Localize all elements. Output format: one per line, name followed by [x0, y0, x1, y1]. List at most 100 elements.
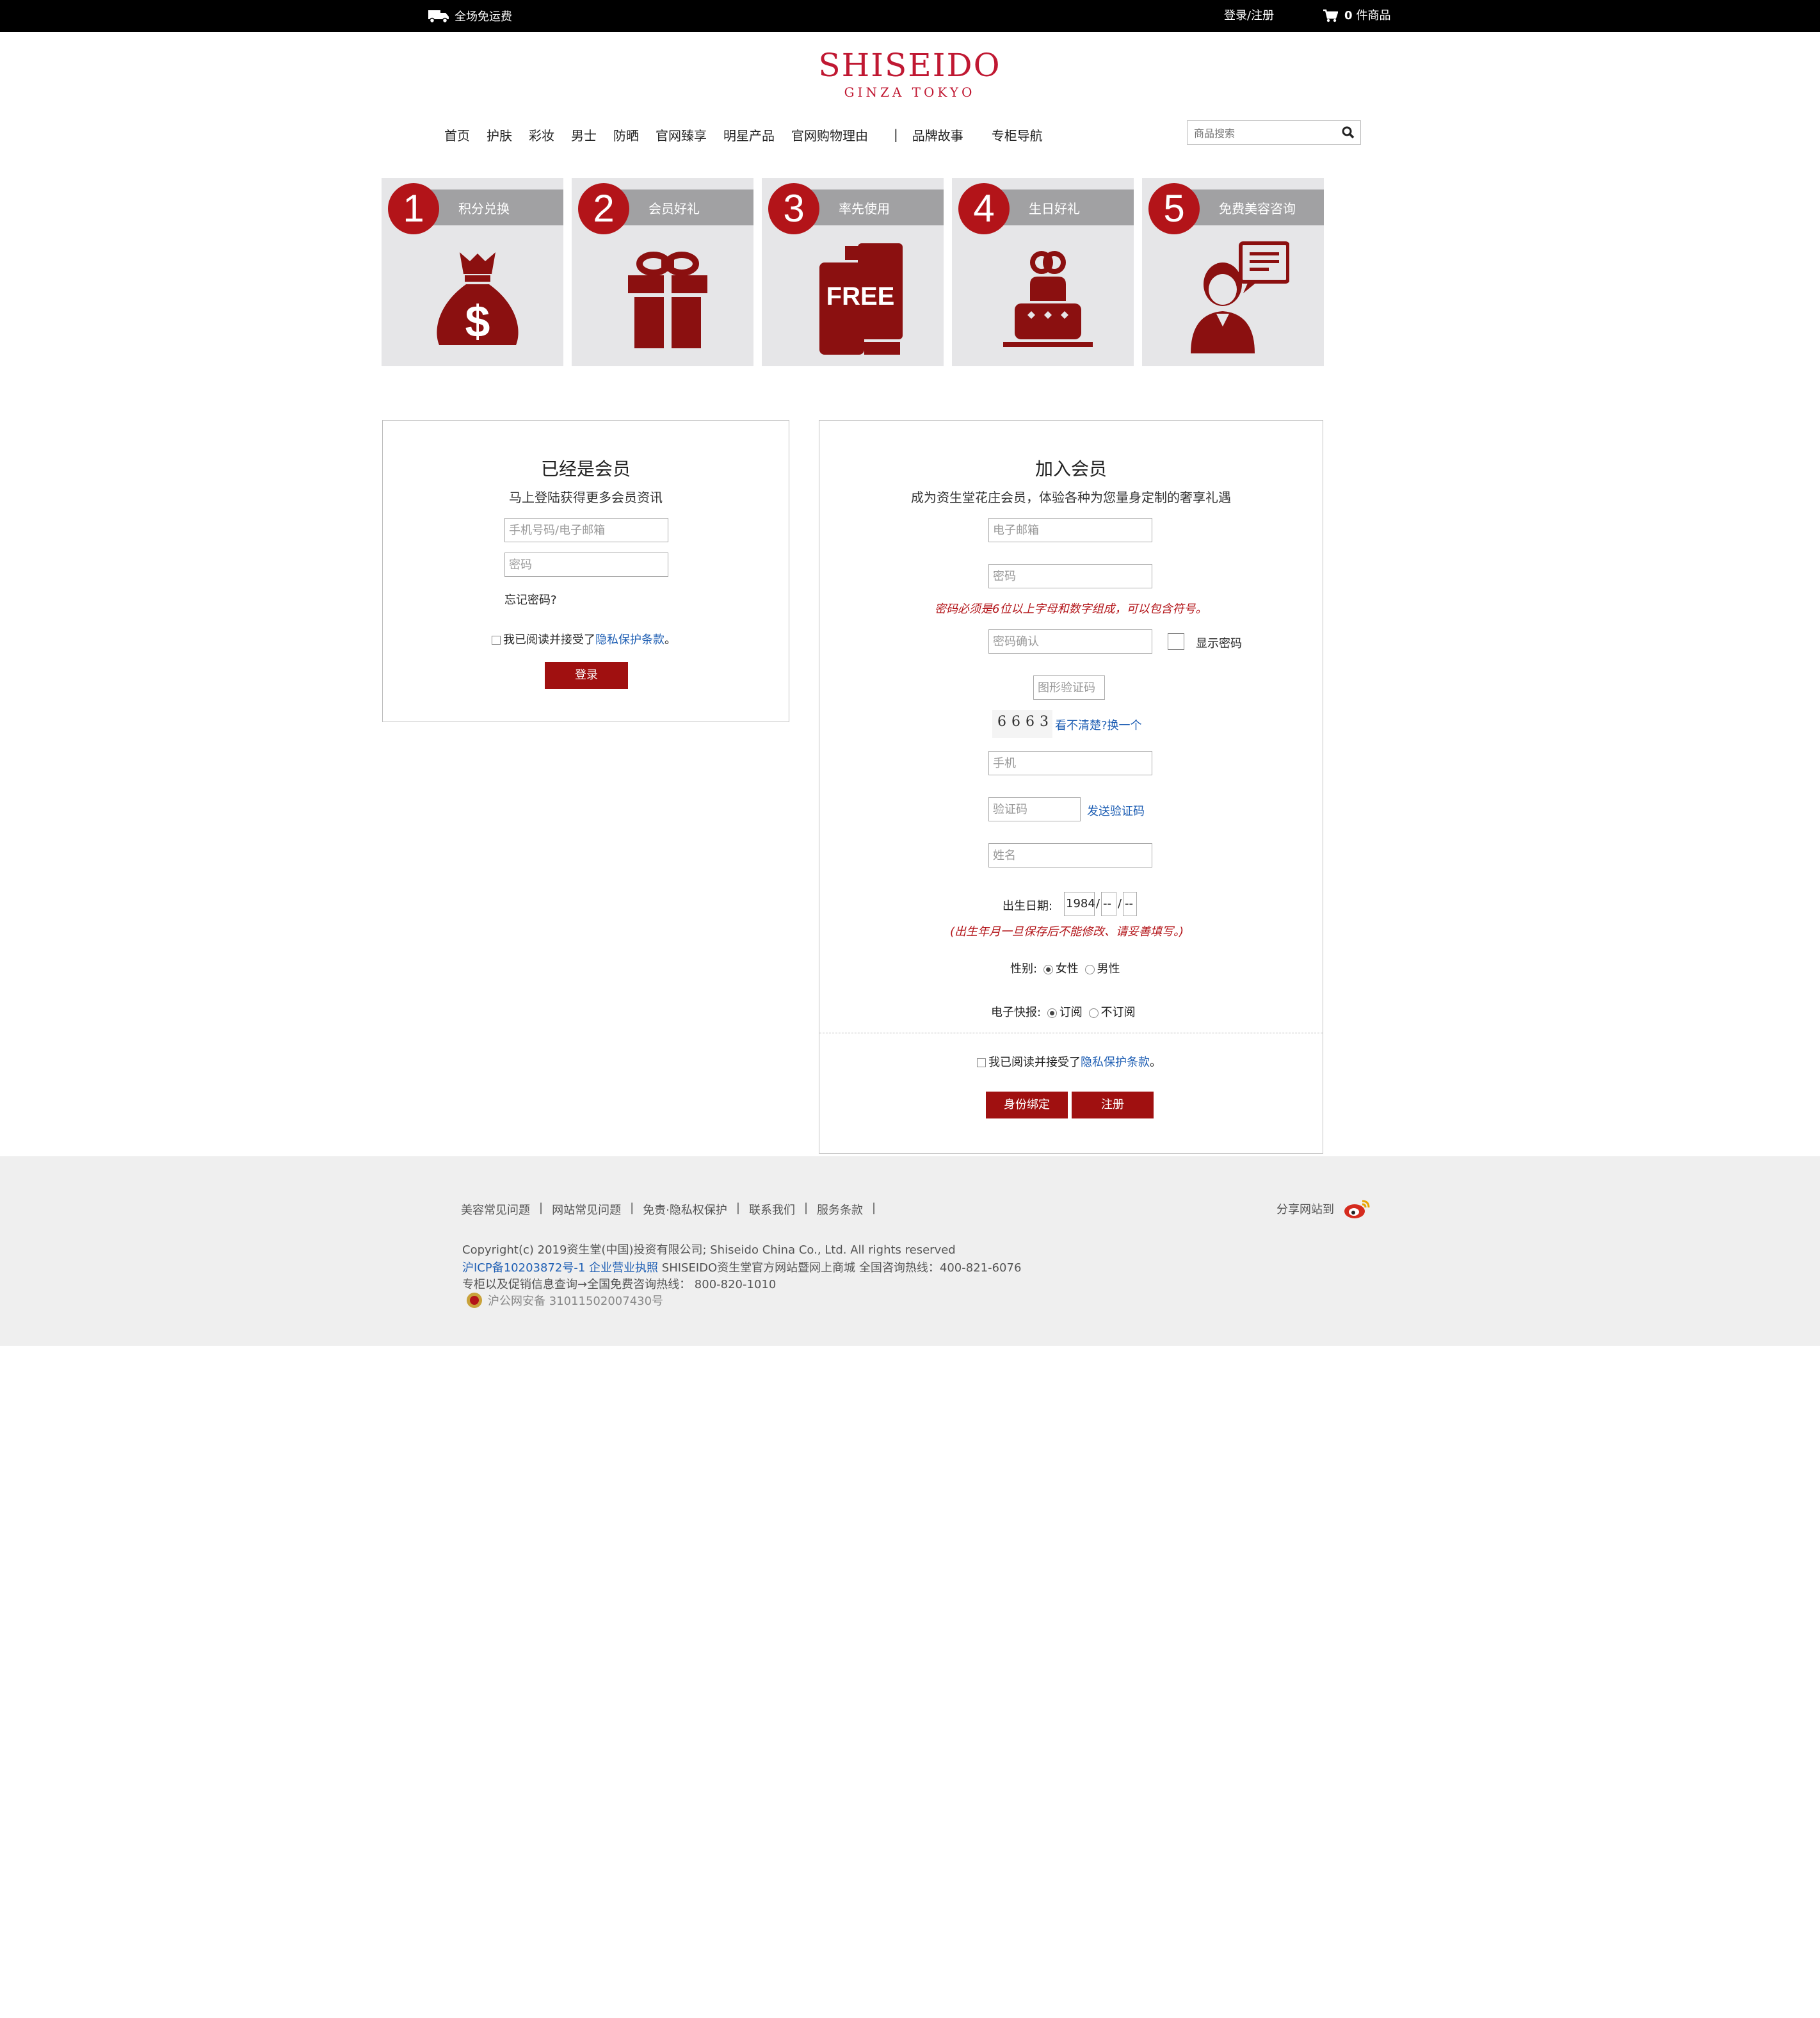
nav-item-why-buy[interactable]: 官网购物理由	[791, 125, 868, 144]
send-code-link[interactable]: 发送验证码	[1087, 802, 1145, 819]
newsletter-subscribe-radio[interactable]	[1047, 1008, 1057, 1018]
cake-icon	[1003, 251, 1093, 347]
search-input[interactable]	[1194, 125, 1335, 141]
register-agree-row: 我已阅读并接受了隐私保护条款。	[977, 1053, 1161, 1070]
phone-input[interactable]	[988, 751, 1152, 775]
svg-text:$: $	[465, 296, 490, 346]
nav-item-skincare[interactable]: 护肤	[487, 125, 512, 144]
footer-link-site-faq[interactable]: 网站常见问题	[552, 1201, 621, 1218]
register-button[interactable]: 注册	[1072, 1092, 1154, 1118]
login-privacy-link[interactable]: 隐私保护条款	[595, 633, 664, 647]
birth-year-select[interactable]: 1984	[1064, 892, 1095, 916]
nav-item-counter-guide[interactable]: 专柜导航	[992, 125, 1043, 144]
nav-separator: |	[894, 127, 898, 142]
nav-item-brand-story[interactable]: 品牌故事	[912, 125, 963, 144]
share-label: 分享网站到	[1276, 1203, 1334, 1216]
gender-female-radio[interactable]	[1043, 964, 1053, 974]
birth-month-select[interactable]: --	[1101, 892, 1116, 916]
benefit-card-gift[interactable]: 会员好礼 2	[572, 178, 753, 366]
truck-icon	[428, 10, 449, 24]
footer-links: 美容常见问题 | 网站常见问题 | 免责·隐私权保护 | 联系我们 | 服务条款 |	[461, 1201, 885, 1218]
show-password-checkbox[interactable]	[1168, 633, 1184, 650]
captcha-input[interactable]	[1033, 675, 1105, 700]
footer-separator: |	[803, 1201, 809, 1215]
benefit-card-trial[interactable]: 率先使用 3 FREE	[762, 178, 944, 366]
footer-link-beauty-faq[interactable]: 美容常见问题	[461, 1201, 530, 1218]
gift-icon	[628, 252, 707, 348]
nav-item-men[interactable]: 男士	[571, 125, 597, 144]
register-privacy-link[interactable]: 隐私保护条款	[1081, 1056, 1150, 1069]
agree-prefix: 我已阅读并接受了	[988, 1056, 1081, 1069]
newsletter-unsubscribe-radio[interactable]	[1088, 1008, 1099, 1018]
icp-row: 沪ICP备10203872号-1 企业营业执照 SHISEIDO资生堂官方网站暨…	[462, 1259, 1021, 1275]
footer-separator: |	[539, 1201, 544, 1215]
identity-bind-button[interactable]: 身份绑定	[986, 1092, 1068, 1118]
benefit-card-birthday[interactable]: 生日好礼 4	[952, 178, 1134, 366]
copyright-text: Copyright(c) 2019资生堂(中国)投资有限公司; Shiseido…	[462, 1243, 956, 1257]
cart-link[interactable]: 0 件商品	[1323, 8, 1391, 24]
login-title: 已经是会员	[540, 458, 631, 480]
brand-logo[interactable]: SHISEIDO GINZA TOKYO	[817, 45, 1003, 102]
icp-link[interactable]: 沪ICP备10203872号-1	[462, 1261, 585, 1275]
login-register-link[interactable]: 登录/注册	[1224, 8, 1274, 24]
hotline-text: SHISEIDO资生堂官方网站暨网上商城 全国咨询热线：400-821-6076	[661, 1261, 1022, 1275]
email-input[interactable]	[988, 518, 1152, 542]
benefit-card-consultation[interactable]: 免费美容咨询 5	[1142, 178, 1324, 366]
account-input[interactable]	[504, 518, 668, 542]
nav-item-star-products[interactable]: 明星产品	[723, 125, 775, 144]
footer-link-contact[interactable]: 联系我们	[749, 1201, 795, 1218]
captcha-text: 6663	[997, 714, 1054, 730]
birth-day-select[interactable]: --	[1123, 892, 1137, 916]
nav-item-makeup[interactable]: 彩妆	[529, 125, 554, 144]
newsletter-unsubscribe-label: 不订阅	[1100, 1006, 1136, 1019]
benefit-number: 2	[578, 183, 629, 234]
agree-suffix: 。	[664, 633, 676, 647]
benefit-card-points[interactable]: 积分兑换 1 $	[382, 178, 563, 366]
footer-link-terms[interactable]: 服务条款	[817, 1201, 863, 1218]
login-agree-checkbox[interactable]	[492, 636, 501, 645]
police-record-text[interactable]: 沪公网安备 31011502007430号	[488, 1292, 663, 1309]
footer: 美容常见问题 | 网站常见问题 | 免责·隐私权保护 | 联系我们 | 服务条款 | 分享…	[0, 1156, 1820, 1346]
captcha-image: 6663	[992, 710, 1052, 738]
nav-item-exclusive[interactable]: 官网臻享	[656, 125, 707, 144]
password-confirm-input[interactable]	[988, 629, 1152, 654]
cart-label: 件商品	[1356, 9, 1391, 22]
top-bar: 全场免运费 登录/注册 0 件商品	[0, 0, 1820, 32]
nav-item-suncare[interactable]: 防晒	[613, 125, 639, 144]
login-agree-row: 我已阅读并接受了隐私保护条款。	[492, 631, 676, 647]
footer-separator: |	[736, 1201, 740, 1215]
free-sample-icon: FREE	[819, 243, 903, 355]
birth-slash: /	[1118, 897, 1122, 910]
newsletter-subscribe-label: 订阅	[1059, 1006, 1083, 1019]
forgot-password-link[interactable]: 忘记密码?	[504, 591, 557, 608]
birth-note: (出生年月一旦保存后不能修改、请妥善填写。)	[950, 925, 1184, 939]
gender-male-label: 男性	[1097, 962, 1120, 976]
business-license-link[interactable]: 企业营业执照	[589, 1261, 658, 1275]
login-panel: 已经是会员 马上登陆获得更多会员资讯 忘记密码? 我已阅读并接受了隐私保护条款。…	[382, 420, 789, 722]
benefit-number: 5	[1148, 183, 1200, 234]
search-icon[interactable]	[1341, 125, 1355, 140]
register-password-input[interactable]	[988, 564, 1152, 588]
sms-code-input[interactable]	[988, 797, 1081, 821]
captcha-refresh-link[interactable]: 看不清楚?换一个	[1055, 716, 1142, 733]
agree-prefix: 我已阅读并接受了	[503, 633, 595, 647]
show-password-label: 显示密码	[1196, 637, 1242, 650]
benefit-number: 3	[768, 183, 819, 234]
login-button[interactable]: 登录	[545, 662, 628, 689]
footer-link-privacy[interactable]: 免责·隐私权保护	[643, 1201, 727, 1218]
footer-separator: |	[630, 1201, 634, 1215]
birth-slash: /	[1096, 897, 1100, 910]
benefit-label: 率先使用	[839, 201, 890, 216]
register-agree-checkbox[interactable]	[977, 1058, 986, 1067]
password-rule-note: 密码必须是6位以上字母和数字组成，可以包含符号。	[935, 602, 1207, 616]
gender-male-radio[interactable]	[1084, 964, 1095, 974]
weibo-icon[interactable]	[1343, 1197, 1371, 1220]
login-password-input[interactable]	[504, 553, 668, 577]
consultant-icon	[1191, 241, 1289, 353]
name-input[interactable]	[988, 843, 1152, 868]
nav-item-home[interactable]: 首页	[444, 125, 470, 144]
police-record-row: 沪公网安备 31011502007430号	[466, 1292, 663, 1309]
free-text: FREE	[826, 282, 895, 311]
login-subtitle: 马上登陆获得更多会员资讯	[509, 490, 663, 505]
benefit-label: 会员好礼	[648, 201, 700, 216]
